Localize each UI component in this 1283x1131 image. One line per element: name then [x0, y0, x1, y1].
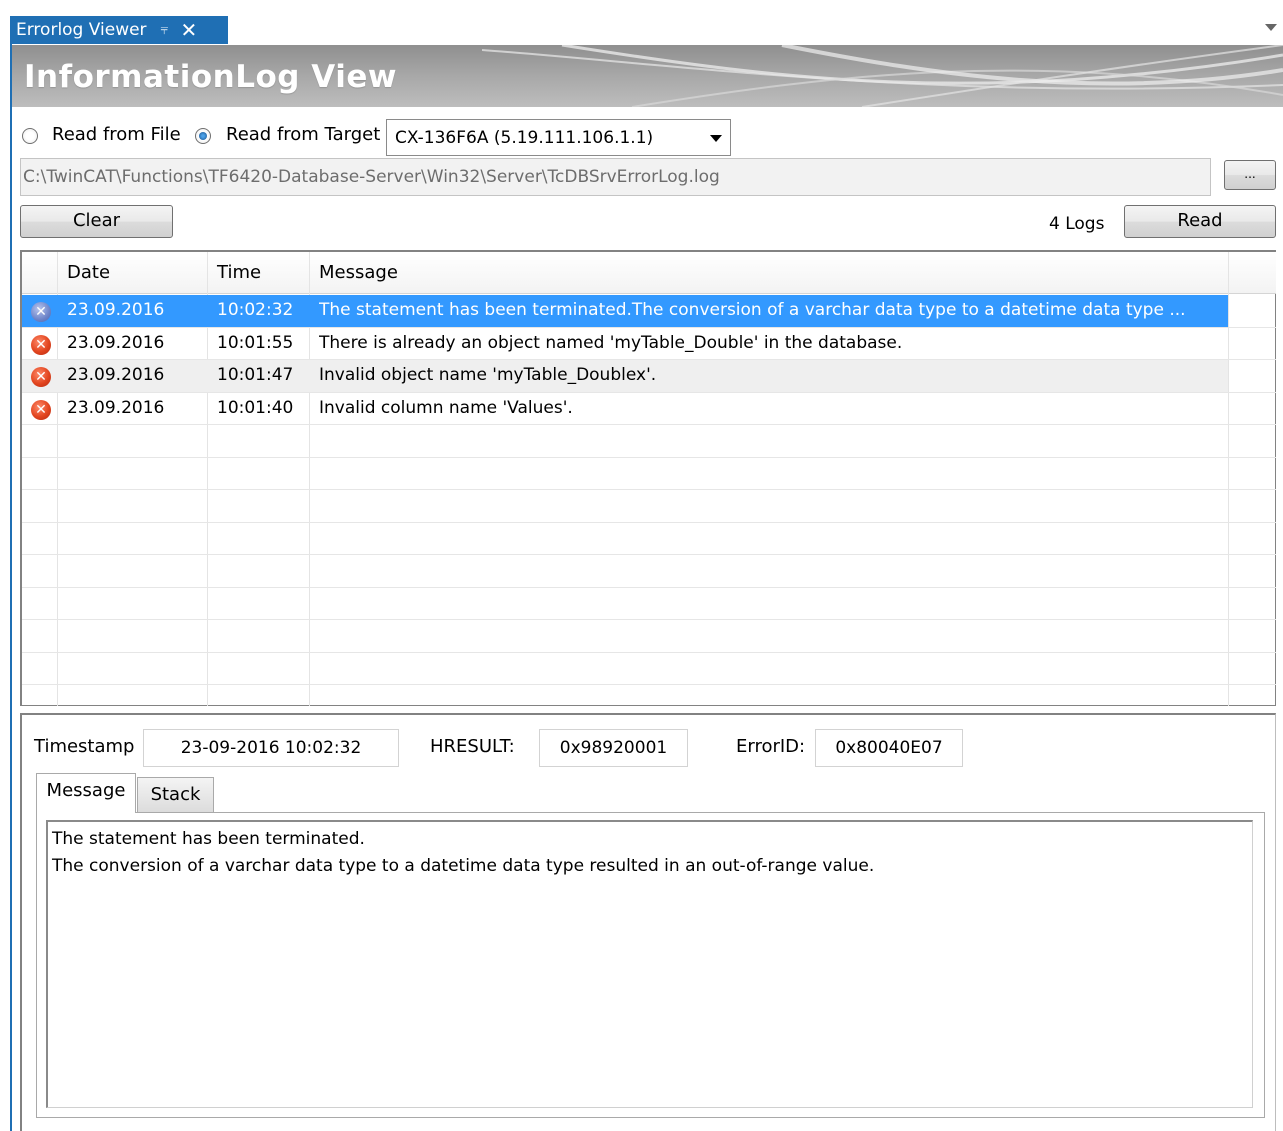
row-time: 10:01:40	[217, 398, 294, 418]
tab-message[interactable]: Message	[36, 773, 136, 813]
row-divider	[22, 554, 1276, 555]
read-from-file-label[interactable]: Read from File	[52, 124, 181, 145]
row-date: 23.09.2016	[67, 398, 165, 418]
table-row[interactable]: ✕ 23.09.2016 10:01:55 There is already a…	[22, 328, 1228, 360]
tab-title: Errorlog Viewer	[16, 20, 147, 40]
error-icon: ✕	[31, 367, 51, 387]
row-message: The statement has been terminated.The co…	[319, 300, 1186, 320]
hresult-label: HRESULT:	[430, 736, 515, 757]
error-icon: ✕	[31, 335, 51, 355]
row-divider	[22, 489, 1276, 490]
row-message: There is already an object named 'myTabl…	[319, 333, 903, 353]
row-message: Invalid object name 'myTable_Doublex'.	[319, 365, 657, 385]
error-icon: ✕	[31, 400, 51, 420]
banner-swoosh-graphic	[482, 45, 1283, 107]
row-time: 10:02:32	[217, 300, 294, 320]
column-header-date[interactable]: Date	[67, 262, 110, 283]
timestamp-label: Timestamp	[34, 736, 135, 757]
row-divider	[22, 587, 1276, 588]
row-divider	[22, 684, 1276, 685]
column-header-time[interactable]: Time	[217, 262, 261, 283]
read-from-target-label[interactable]: Read from Target	[226, 124, 380, 145]
column-header-message[interactable]: Message	[319, 262, 398, 283]
document-tab-strip: Errorlog Viewer ⫧ ✕	[0, 0, 1283, 44]
browse-button[interactable]: ...	[1224, 160, 1276, 190]
row-divider	[22, 652, 1276, 653]
timestamp-field[interactable]: 23-09-2016 10:02:32	[143, 729, 399, 767]
hresult-field[interactable]: 0x98920001	[539, 729, 688, 767]
target-dropdown[interactable]: CX-136F6A (5.19.111.106.1.1)	[386, 119, 731, 156]
table-row[interactable]: ✕ 23.09.2016 10:01:47 Invalid object nam…	[22, 360, 1228, 392]
errorid-label: ErrorID:	[736, 736, 806, 757]
row-time: 10:01:47	[217, 365, 294, 385]
errorid-field[interactable]: 0x80040E07	[815, 729, 963, 767]
clear-button[interactable]: Clear	[20, 205, 173, 238]
target-value: CX-136F6A (5.19.111.106.1.1)	[395, 127, 654, 148]
banner-title: InformationLog View	[24, 59, 397, 95]
row-date: 23.09.2016	[67, 333, 165, 353]
row-divider	[22, 457, 1276, 458]
table-row[interactable]: ✕ 23.09.2016 10:02:32 The statement has …	[22, 295, 1228, 327]
read-from-file-radio[interactable]	[22, 128, 38, 144]
tab-errorlog-viewer[interactable]: Errorlog Viewer ⫧ ✕	[10, 16, 228, 44]
file-path-field[interactable]: C:\TwinCAT\Functions\TF6420-Database-Ser…	[20, 158, 1211, 196]
row-date: 23.09.2016	[67, 365, 165, 385]
chevron-down-icon	[710, 135, 722, 142]
pin-icon[interactable]: ⫧	[161, 22, 169, 38]
chevron-down-icon[interactable]	[1265, 24, 1277, 31]
table-row[interactable]: ✕ 23.09.2016 10:01:40 Invalid column nam…	[22, 393, 1228, 425]
message-text-box[interactable]: The statement has been terminated. The c…	[46, 820, 1253, 1108]
log-count-label: 4 Logs	[1049, 214, 1105, 234]
log-grid: Date Time Message ✕ 23.09.2016 10:02:32 …	[20, 250, 1276, 706]
banner: InformationLog View	[12, 45, 1283, 107]
read-from-target-radio[interactable]	[195, 128, 211, 144]
row-divider	[22, 522, 1276, 523]
grid-header: Date Time Message	[22, 252, 1276, 294]
row-time: 10:01:55	[217, 333, 294, 353]
close-icon[interactable]: ✕	[180, 18, 197, 42]
row-message: Invalid column name 'Values'.	[319, 398, 573, 418]
column-divider	[1228, 252, 1229, 706]
error-icon: ✕	[31, 302, 51, 322]
row-divider	[22, 619, 1276, 620]
tab-stack[interactable]: Stack	[137, 777, 214, 813]
row-date: 23.09.2016	[67, 300, 165, 320]
read-button[interactable]: Read	[1124, 205, 1276, 238]
